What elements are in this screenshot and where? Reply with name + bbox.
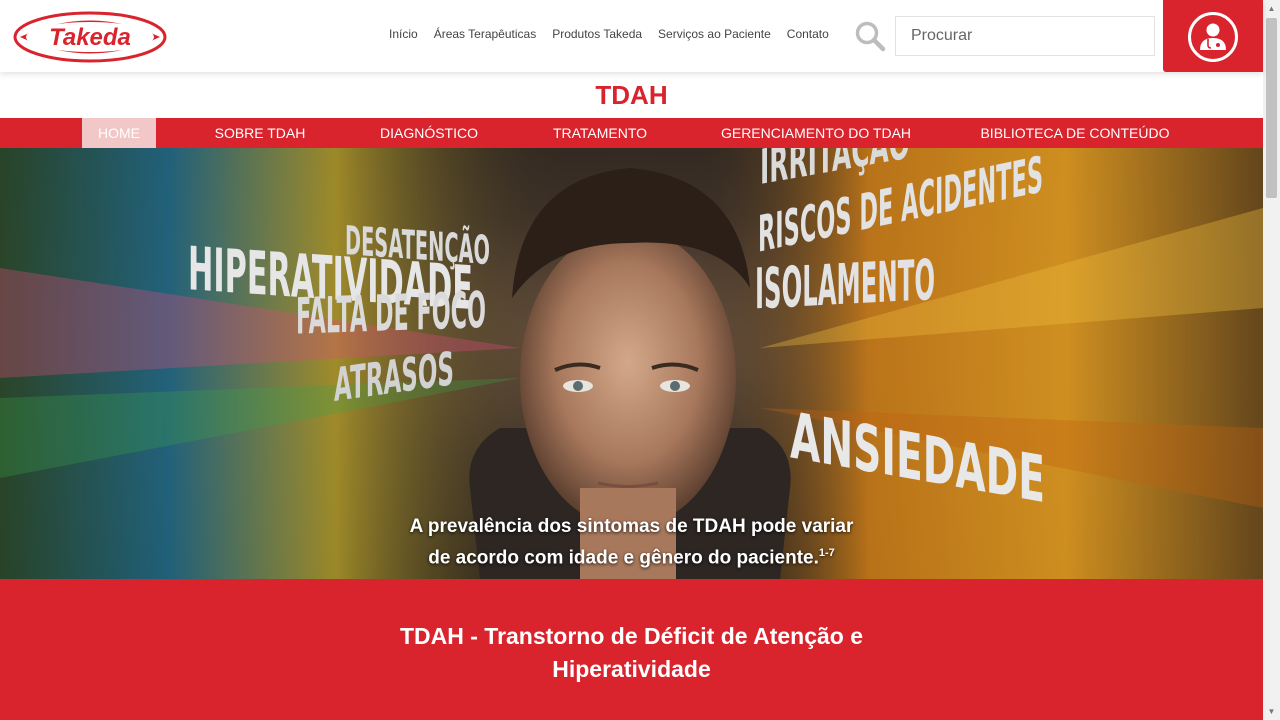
page-title: TDAH	[595, 80, 668, 110]
nav-contato[interactable]: Contato	[787, 26, 829, 42]
nav-areas-terapeuticas[interactable]: Áreas Terapêuticas	[434, 26, 537, 42]
nav-produtos-takeda[interactable]: Produtos Takeda	[552, 26, 642, 42]
section-nav: HOME SOBRE TDAH DIAGNÓSTICO TRATAMENTO G…	[0, 118, 1263, 148]
logo-text: Takeda	[49, 24, 131, 51]
scroll-down-icon[interactable]: ▼	[1263, 703, 1280, 720]
hero-caption: A prevalência dos sintomas de TDAH pode …	[0, 514, 1263, 571]
hero-caption-reference: 1-7	[818, 547, 835, 559]
tab-sobre-tdah[interactable]: SOBRE TDAH	[200, 118, 320, 148]
hero-caption-line-1: A prevalência dos sintomas de TDAH pode …	[409, 516, 854, 537]
hero-word-falta-de-foco: FALTA DE FOCO	[296, 281, 486, 346]
nav-inicio[interactable]: Início	[389, 26, 418, 42]
search-input[interactable]	[895, 16, 1155, 56]
hero-caption-line-2: de acordo com idade e gênero do paciente…	[0, 540, 1263, 571]
search-icon[interactable]	[854, 20, 886, 52]
intro-heading: TDAH - Transtorno de Déficit de Atenção …	[399, 623, 864, 682]
doctor-icon	[1188, 12, 1238, 62]
intro-section: TDAH - Transtorno de Déficit de Atenção …	[0, 579, 1263, 720]
hero-word-isolamento: ISOLAMENTO	[755, 248, 935, 322]
tab-biblioteca[interactable]: BIBLIOTECA DE CONTEÚDO	[968, 118, 1182, 148]
takeda-logo[interactable]: Takeda	[12, 10, 168, 64]
site-header: Takeda Início Áreas Terapêuticas Produto…	[0, 0, 1263, 72]
hero-banner: DESATENÇÃO HIPERATIVIDADE FALTA DE FOCO …	[0, 148, 1263, 579]
tab-diagnostico[interactable]: DIAGNÓSTICO	[368, 118, 490, 148]
top-nav: Início Áreas Terapêuticas Produtos Taked…	[389, 26, 845, 42]
tab-tratamento[interactable]: TRATAMENTO	[540, 118, 660, 148]
scrollbar-thumb[interactable]	[1266, 18, 1277, 198]
scroll-up-icon[interactable]: ▲	[1263, 0, 1280, 17]
page-scrollbar[interactable]: ▲ ▼	[1263, 0, 1280, 720]
tab-gerenciamento[interactable]: GERENCIAMENTO DO TDAH	[712, 118, 920, 148]
healthcare-professional-button[interactable]	[1163, 0, 1263, 72]
hero-caption-line-2-text: de acordo com idade e gênero do paciente…	[428, 547, 819, 569]
tab-home[interactable]: HOME	[82, 118, 156, 148]
nav-servicos-paciente[interactable]: Serviços ao Paciente	[658, 26, 771, 42]
